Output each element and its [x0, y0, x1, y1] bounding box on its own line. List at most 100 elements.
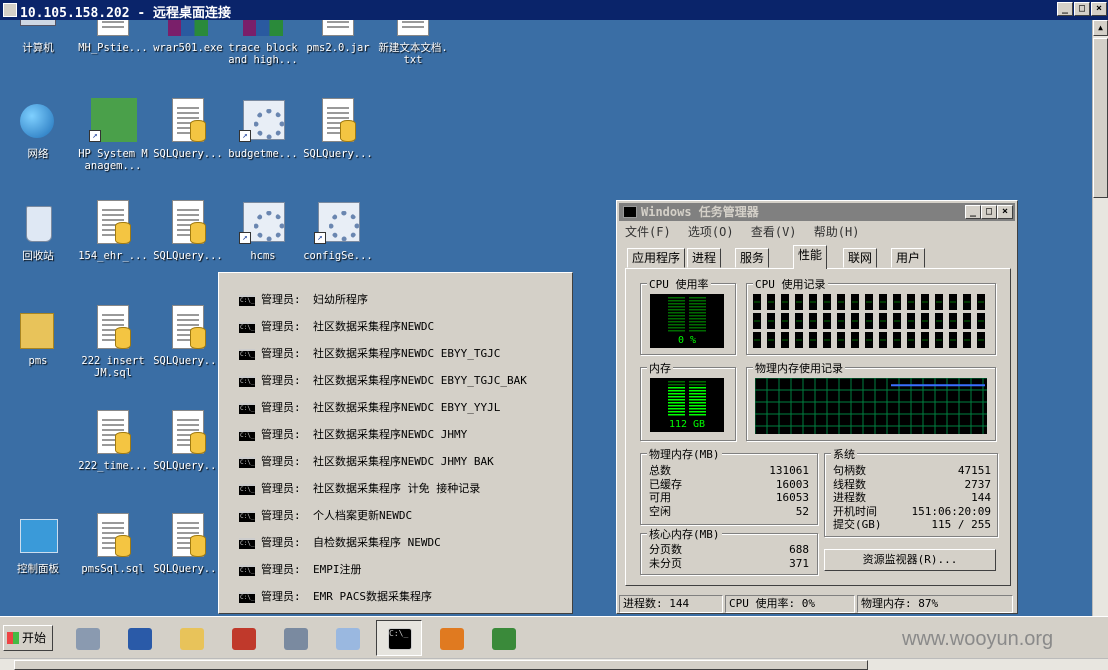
restore-button[interactable]: □ — [1074, 2, 1090, 16]
jumplist-item[interactable]: C:\_ 管理员: 社区数据采集程序NEWDC EBYY_TGJC_BAK — [239, 372, 527, 392]
tm-minimize-button[interactable]: _ — [965, 205, 981, 219]
desktop-icon[interactable]: ↗ budgetme... — [227, 98, 299, 160]
vertical-scrollbar[interactable]: ▲ — [1092, 20, 1108, 616]
document-shape-icon — [397, 20, 429, 36]
desktop-icon[interactable]: SQLQuery... — [152, 200, 224, 262]
horizontal-scrollbar[interactable] — [0, 658, 1108, 670]
menu-file[interactable]: 文件(F) — [625, 225, 671, 239]
close-button[interactable]: × — [1091, 2, 1107, 16]
remote-desktop-icon[interactable] — [3, 3, 17, 17]
tab-networking[interactable]: 联网 — [843, 248, 878, 268]
network-icon — [14, 98, 62, 146]
desktop-icon[interactable]: 222 insert JM.sql — [77, 305, 149, 379]
jumplist-item[interactable]: C:\_ 管理员: 妇幼所程序 — [239, 291, 368, 311]
desktop-icon[interactable]: SQLQuery... — [152, 513, 224, 575]
desktop-icon[interactable]: 154_ehr_... — [77, 200, 149, 262]
jumplist-item[interactable]: C:\_ 管理员: 个人档案更新NEWDC — [239, 507, 412, 527]
desktop-icon[interactable]: ↗ hcms — [227, 200, 299, 262]
watermark: www.wooyun.org — [902, 628, 1054, 650]
desktop-icon[interactable]: trace block and high... — [227, 20, 299, 66]
desktop-icon[interactable]: 网络 — [2, 98, 74, 160]
tab-users[interactable]: 用户 — [891, 248, 926, 268]
menu-options[interactable]: 选项(O) — [688, 225, 734, 239]
desktop-icon[interactable]: wrar501.exe — [152, 20, 224, 54]
taskbar-button[interactable] — [324, 620, 370, 656]
cpu-core-graph — [809, 332, 817, 348]
tab-performance[interactable]: 性能 — [793, 245, 828, 269]
memory-meter-segment — [689, 396, 706, 398]
tm-maximize-button[interactable]: □ — [981, 205, 997, 219]
desktop-icon[interactable]: ↗ HP System Managem... — [77, 98, 149, 172]
taskbar-button[interactable] — [64, 620, 110, 656]
desktop-icon[interactable]: SQLQuery... — [152, 98, 224, 160]
jumplist-item[interactable]: C:\_ 管理员: 社区数据采集程序NEWDC JHMY BAK — [239, 453, 494, 473]
recycle-bin-icon — [14, 200, 62, 248]
desktop-icon[interactable]: pms — [2, 305, 74, 367]
taskbar-button[interactable] — [220, 620, 266, 656]
status-memory: 物理内存: 87% — [857, 595, 1013, 613]
document-icon — [89, 20, 137, 40]
desktop-icon[interactable]: 222_time... — [77, 410, 149, 472]
sql-file-icon — [314, 98, 362, 146]
desktop-icon[interactable]: MH_Pstie... — [77, 20, 149, 54]
jumplist-item[interactable]: C:\_ 管理员: 社区数据采集程序NEWDC JHMY — [239, 426, 467, 446]
jumplist-item-label: 社区数据采集程序NEWDC JHMY — [313, 428, 468, 441]
menu-view[interactable]: 查看(V) — [751, 225, 797, 239]
tab-applications[interactable]: 应用程序 — [627, 248, 686, 268]
desktop-icon[interactable]: SQLQuery... — [302, 98, 374, 160]
desktop-icon[interactable]: SQLQuery... — [152, 305, 224, 367]
desktop-icon[interactable]: pms2.0.jar — [302, 20, 374, 54]
resource-monitor-button[interactable]: 资源监视器(R)... — [824, 549, 996, 571]
taskbar-button[interactable] — [272, 620, 318, 656]
taskbar-button[interactable] — [480, 620, 526, 656]
jumplist-item[interactable]: C:\_ 管理员: 社区数据采集程序 计免 接种记录 — [239, 480, 480, 500]
desktop-icon[interactable]: 新建文本文档.txt — [377, 20, 449, 66]
menu-help[interactable]: 帮助(H) — [814, 225, 860, 239]
minimize-button[interactable]: _ — [1057, 2, 1073, 16]
cpu-meter-segment — [689, 315, 706, 317]
desktop-icon[interactable]: 计算机 — [2, 20, 74, 54]
start-button[interactable]: 开始 — [3, 625, 53, 651]
stat-key: 总数 — [649, 464, 671, 477]
jumplist-admin-prefix: 管理员: — [261, 563, 301, 576]
taskbar-button[interactable]: C:\_ — [376, 620, 422, 656]
cmd-icon: C:\_ — [239, 294, 255, 306]
taskbar-button[interactable] — [428, 620, 474, 656]
desktop-icon[interactable]: pmsSql.sql — [77, 513, 149, 575]
memory-meter-segment — [668, 405, 685, 407]
jumplist-item-label: 社区数据采集程序NEWDC — [313, 320, 435, 333]
tab-services[interactable]: 服务 — [735, 248, 770, 268]
jumplist-item[interactable]: C:\_ 管理员: 社区数据采集程序NEWDC — [239, 318, 434, 338]
desktop-icon-label: trace block and high... — [228, 42, 298, 66]
memory-value: 112 GB — [669, 419, 705, 430]
jumplist-item[interactable]: C:\_ 管理员: EMR PACS数据采集程序 — [239, 588, 432, 608]
cmd-icon: C:\_ — [239, 510, 255, 522]
cpu-meter-segment — [689, 306, 706, 308]
scrollbar-thumb[interactable] — [1093, 38, 1108, 198]
desktop-icon-label: 222 insert JM.sql — [81, 355, 145, 379]
desktop-icon[interactable]: ↗ configSe... — [302, 200, 374, 262]
config-shortcut-icon: ↗ — [314, 200, 362, 248]
taskbar-button[interactable] — [116, 620, 162, 656]
physical-memory-group: 物理内存(MB) 总数 131061 已缓存 16003 可用 16053 空闲 52 — [640, 446, 818, 525]
desktop-icon[interactable]: 控制面板 — [2, 513, 74, 575]
desktop-icon[interactable]: SQLQuery... — [152, 410, 224, 472]
scroll-up-arrow-icon[interactable]: ▲ — [1093, 20, 1108, 36]
system-label: 系统 — [831, 446, 857, 462]
shortcut-arrow-icon: ↗ — [239, 130, 251, 142]
taskbar-button[interactable] — [168, 620, 214, 656]
folder-icon — [14, 305, 62, 353]
status-processes: 进程数: 144 — [619, 595, 723, 613]
jumplist-item[interactable]: C:\_ 管理员: 自检数据采集程序 NEWDC — [239, 534, 441, 554]
tab-processes[interactable]: 进程 — [687, 248, 722, 268]
sql-file-icon — [89, 305, 137, 353]
horizontal-scrollbar-thumb[interactable] — [14, 660, 868, 670]
cpu-meter-segment — [668, 297, 685, 299]
jumplist-item[interactable]: C:\_ 管理员: EMPI注册 — [239, 561, 362, 581]
desktop-icon[interactable]: 回收站 — [2, 200, 74, 262]
jumplist-item[interactable]: C:\_ 管理员: 社区数据采集程序NEWDC EBYY_TGJC — [239, 345, 500, 365]
jumplist-item[interactable]: C:\_ 管理员: 社区数据采集程序NEWDC EBYY_YYJL — [239, 399, 500, 419]
cpu-core-graph — [865, 294, 873, 310]
tm-close-button[interactable]: × — [997, 205, 1013, 219]
cpu-core-graph — [767, 313, 775, 329]
